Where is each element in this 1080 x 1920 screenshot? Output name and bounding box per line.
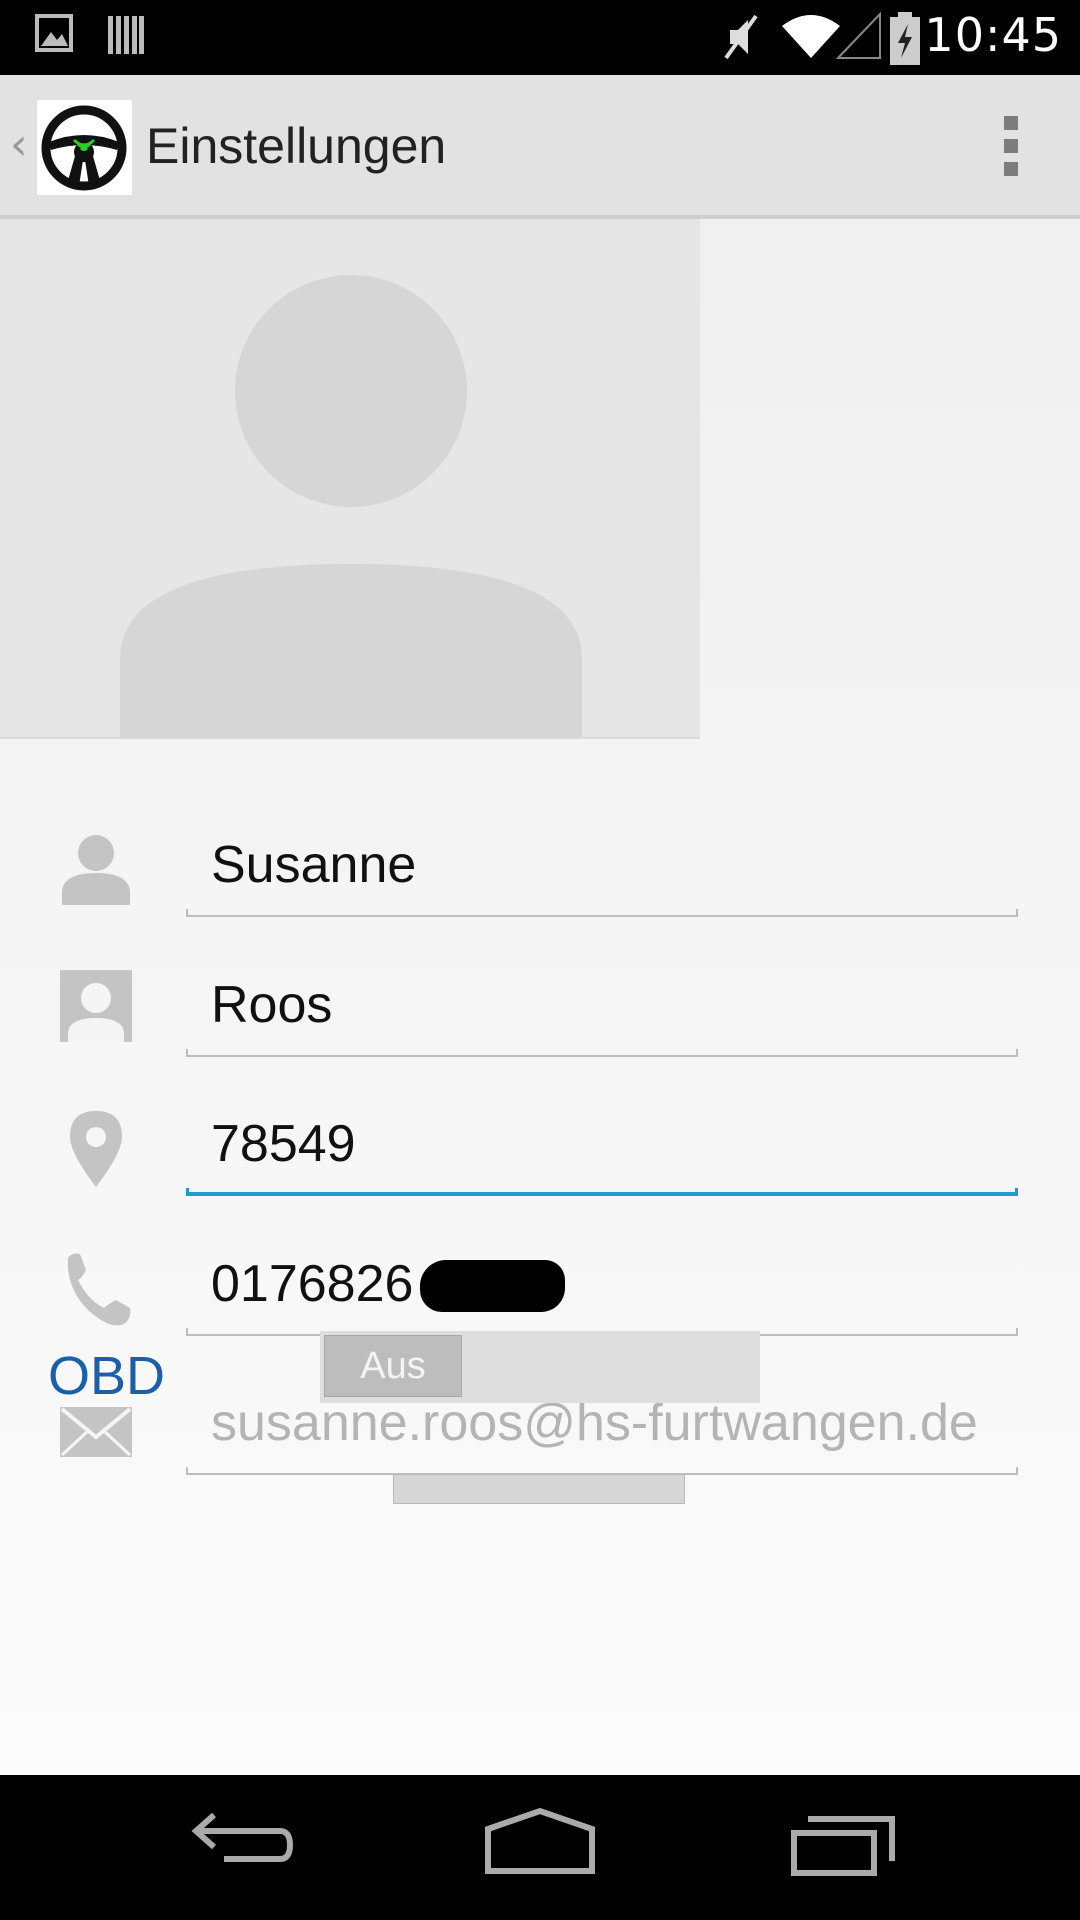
navigation-bar — [0, 1775, 1080, 1920]
first-name-underline — [186, 909, 1018, 917]
postal-code-underline — [186, 1188, 1018, 1196]
obd-toggle-state: Aus — [324, 1335, 462, 1397]
obd-label: OBD — [48, 1346, 166, 1406]
postal-code-field[interactable] — [186, 1110, 1018, 1178]
clock: 10:45 — [924, 8, 1062, 62]
back-icon[interactable] — [180, 1805, 300, 1885]
signal-icon — [836, 12, 881, 59]
overflow-menu-icon[interactable] — [980, 110, 1040, 182]
profile-photo[interactable] — [0, 219, 700, 739]
page-title: Einstellungen — [146, 118, 447, 174]
contact-card-icon — [60, 970, 132, 1042]
muted-icon — [724, 14, 758, 60]
steering-wheel-logo[interactable] — [37, 100, 132, 195]
postal-code-row — [0, 1110, 1080, 1220]
recent-apps-icon[interactable] — [784, 1805, 904, 1885]
phone-icon — [67, 1253, 131, 1326]
person-icon — [62, 835, 130, 905]
status-bar: 10:45 — [0, 0, 1080, 75]
up-navigation-icon[interactable]: ‹ — [10, 119, 28, 170]
image-notification-icon — [35, 14, 73, 52]
first-name-field[interactable] — [186, 831, 1018, 899]
last-name-row — [0, 970, 1080, 1081]
battery-charging-icon — [890, 12, 920, 65]
first-name-row — [0, 831, 1080, 941]
action-bar: ‹ Einstellungen — [0, 75, 1080, 219]
location-pin-icon — [70, 1111, 122, 1187]
default-avatar-icon — [120, 275, 582, 737]
last-name-field[interactable] — [186, 971, 1018, 1039]
redaction-mark — [420, 1260, 565, 1312]
last-name-underline — [186, 1049, 1018, 1057]
settings-content: OBD Aus — [0, 219, 1080, 1775]
barcode-notification-icon — [108, 16, 144, 54]
wifi-icon — [782, 15, 840, 58]
obd-toggle[interactable]: Aus — [320, 1331, 760, 1403]
home-icon[interactable] — [480, 1805, 600, 1885]
phone-field[interactable] — [186, 1250, 1018, 1318]
action-button[interactable] — [393, 1474, 685, 1504]
